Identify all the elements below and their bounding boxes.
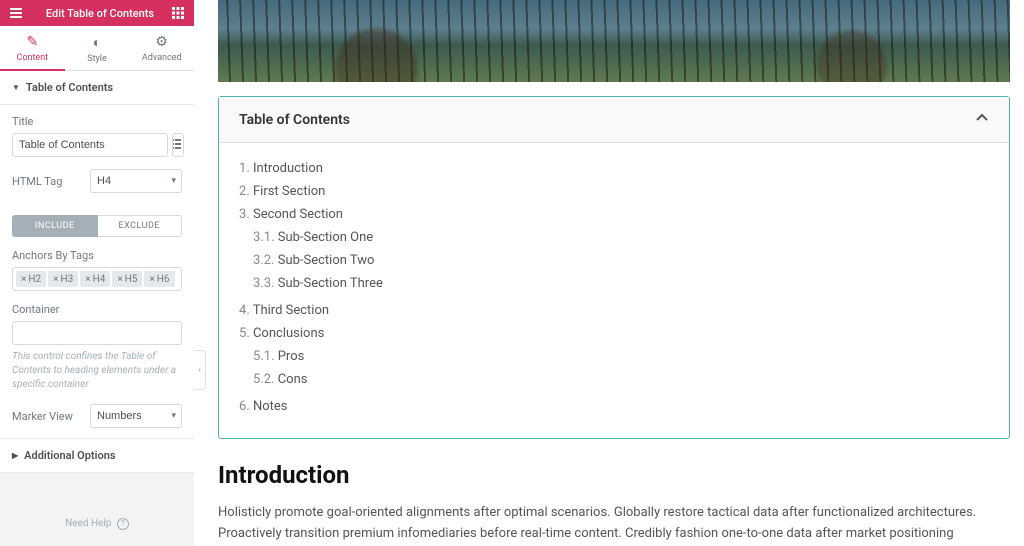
- toc-item[interactable]: First Section: [239, 180, 989, 203]
- toc-subitem[interactable]: Sub-Section One: [253, 226, 989, 249]
- tag-h2[interactable]: ×H2: [16, 271, 46, 287]
- anchors-label: Anchors By Tags: [12, 249, 182, 262]
- container-hint: This control confines the Table of Conte…: [12, 350, 182, 392]
- toc-item[interactable]: ConclusionsProsCons: [239, 322, 989, 395]
- toc-subitem[interactable]: Sub-Section Two: [253, 249, 989, 272]
- toc-subitem[interactable]: Pros: [253, 345, 989, 368]
- panel-include-exclude: INCLUDE EXCLUDE Anchors By Tags ×H2×H3×H…: [0, 215, 194, 438]
- hero-image: [218, 0, 1010, 82]
- tag-h5[interactable]: ×H5: [112, 271, 142, 287]
- preview-pane: Table of Contents IntroductionFirst Sect…: [218, 0, 1010, 546]
- toc-widget: Table of Contents IntroductionFirst Sect…: [218, 96, 1010, 439]
- toc-header: Table of Contents: [219, 97, 1009, 143]
- tag-h4[interactable]: ×H4: [80, 271, 110, 287]
- toc-collapse-button[interactable]: [975, 111, 989, 128]
- title-label: Title: [12, 115, 182, 128]
- toc-item[interactable]: Third Section: [239, 299, 989, 322]
- sidebar-header: Edit Table of Contents: [0, 0, 194, 26]
- article-body: Holisticly promote goal-oriented alignme…: [218, 503, 1010, 546]
- toc-title: Table of Contents: [239, 112, 350, 128]
- toc-item[interactable]: Introduction: [239, 157, 989, 180]
- toc-item[interactable]: Notes: [239, 395, 989, 418]
- container-input[interactable]: [12, 321, 182, 345]
- tab-label: Style: [87, 54, 107, 64]
- sidebar-collapse-handle[interactable]: ‹: [194, 350, 206, 390]
- toc-subitem[interactable]: Cons: [253, 368, 989, 391]
- pencil-icon: ✎: [0, 34, 65, 50]
- section-label: Additional Options: [24, 449, 115, 462]
- dynamic-tags-button[interactable]: [172, 133, 184, 157]
- include-toggle[interactable]: INCLUDE: [12, 215, 98, 237]
- tag-h3[interactable]: ×H3: [48, 271, 78, 287]
- tab-label: Content: [17, 53, 49, 63]
- article-heading: Introduction: [218, 461, 1010, 489]
- html-tag-label: HTML Tag: [12, 175, 62, 188]
- tag-h6[interactable]: ×H6: [144, 271, 174, 287]
- help-icon: ?: [117, 518, 129, 530]
- help-link[interactable]: Need Help ?: [65, 518, 129, 529]
- header-title: Edit Table of Contents: [30, 7, 170, 20]
- container-label: Container: [12, 303, 182, 316]
- toc-item[interactable]: Second SectionSub-Section OneSub-Section…: [239, 203, 989, 299]
- caret-down-icon: ▼: [12, 83, 20, 92]
- marker-view-select[interactable]: Numbers: [90, 404, 182, 428]
- section-additional-options[interactable]: ▶ Additional Options: [0, 438, 194, 473]
- section-label: Table of Contents: [26, 81, 113, 94]
- editor-sidebar: Edit Table of Contents ✎ Content ◐ Style…: [0, 0, 194, 546]
- marker-view-label: Marker View: [12, 410, 73, 423]
- gear-icon: ⚙: [129, 34, 194, 50]
- panel-toc: Title HTML Tag H4: [0, 105, 194, 215]
- menu-icon[interactable]: [8, 5, 24, 21]
- toc-body: IntroductionFirst SectionSecond SectionS…: [219, 143, 1009, 438]
- toc-subitem[interactable]: Sub-Section Three: [253, 272, 989, 295]
- apps-icon[interactable]: [170, 5, 186, 21]
- tab-style[interactable]: ◐ Style: [65, 26, 130, 70]
- editor-tabs: ✎ Content ◐ Style ⚙ Advanced: [0, 26, 194, 71]
- caret-right-icon: ▶: [12, 451, 18, 460]
- sidebar-footer: Need Help ?: [0, 502, 194, 546]
- contrast-icon: ◐: [65, 34, 130, 51]
- tab-advanced[interactable]: ⚙ Advanced: [129, 26, 194, 70]
- tab-content[interactable]: ✎ Content: [0, 26, 65, 70]
- exclude-toggle[interactable]: EXCLUDE: [98, 215, 183, 237]
- anchors-tags-input[interactable]: ×H2×H3×H4×H5×H6: [12, 267, 182, 291]
- tab-label: Advanced: [142, 53, 182, 63]
- section-toc[interactable]: ▼ Table of Contents: [0, 71, 194, 105]
- title-input[interactable]: [12, 133, 168, 157]
- html-tag-select[interactable]: H4: [90, 169, 182, 193]
